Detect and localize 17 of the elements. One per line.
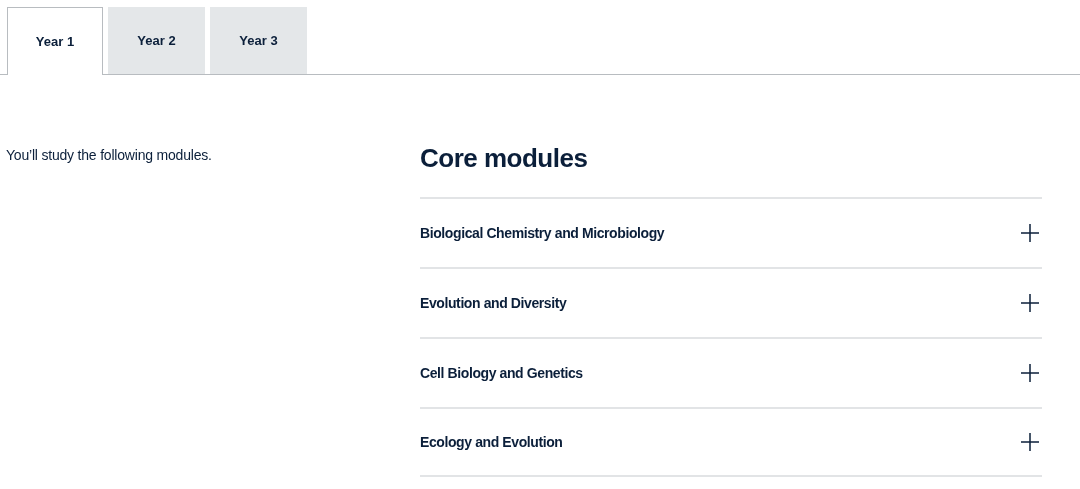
module-row[interactable]: Cell Biology and Genetics — [420, 337, 1042, 407]
year-tab[interactable]: Year 1 — [7, 7, 103, 75]
module-row[interactable]: Evolution and Diversity — [420, 267, 1042, 337]
plus-icon — [1020, 363, 1040, 383]
plus-icon — [1020, 293, 1040, 313]
module-title: Cell Biology and Genetics — [420, 363, 583, 383]
intro-text: You’ll study the following modules. — [6, 146, 213, 165]
plus-icon — [1020, 223, 1040, 243]
year-tab[interactable]: Year 2 — [108, 7, 205, 74]
year-tab[interactable]: Year 3 — [210, 7, 307, 74]
module-row[interactable]: Ecology and Evolution — [420, 407, 1042, 477]
section-heading: Core modules — [420, 142, 589, 175]
module-row[interactable]: Biological Chemistry and Microbiology — [420, 197, 1042, 267]
module-title: Evolution and Diversity — [420, 293, 567, 313]
module-title: Biological Chemistry and Microbiology — [420, 223, 665, 243]
plus-icon — [1020, 432, 1040, 452]
module-title: Ecology and Evolution — [420, 432, 563, 452]
